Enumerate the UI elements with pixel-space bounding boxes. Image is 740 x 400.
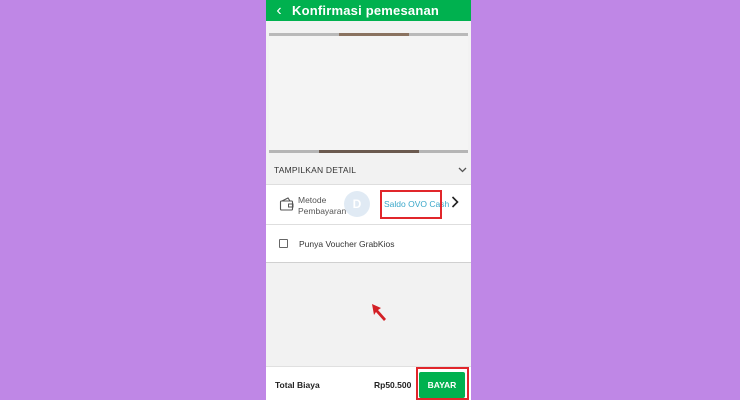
total-value: Rp50.500 bbox=[374, 380, 412, 390]
app-bar: ‹ Konfirmasi pemesanan bbox=[266, 0, 471, 21]
pay-button[interactable]: BAYAR bbox=[419, 372, 465, 398]
payment-highlight-box bbox=[380, 190, 442, 219]
checkout-bar: Total Biaya Rp50.500 BAYAR bbox=[266, 366, 471, 400]
show-details-toggle[interactable]: TAMPILKAN DETAIL bbox=[266, 156, 471, 185]
banner-edge-top-accent bbox=[339, 33, 409, 36]
voucher-checkbox[interactable] bbox=[279, 239, 288, 248]
watermark-logo: D bbox=[344, 191, 370, 217]
product-banner bbox=[269, 33, 468, 153]
payment-method-row[interactable]: Metode Pembayaran D Saldo OVO Cash bbox=[266, 185, 471, 225]
page-title: Konfirmasi pemesanan bbox=[292, 3, 440, 18]
chevron-right-icon[interactable] bbox=[451, 195, 459, 212]
payment-method-label: Metode Pembayaran bbox=[298, 195, 347, 216]
voucher-row[interactable]: Punya Voucher GrabKios bbox=[266, 225, 471, 263]
phone-screen: ‹ Konfirmasi pemesanan TAMPILKAN DETAIL … bbox=[266, 0, 471, 400]
total-label: Total Biaya bbox=[275, 380, 320, 390]
arrow-left-icon[interactable]: ‹ bbox=[266, 0, 292, 21]
show-details-label: TAMPILKAN DETAIL bbox=[274, 165, 357, 175]
banner-edge-bottom-accent bbox=[319, 150, 419, 153]
wallet-icon bbox=[279, 196, 295, 212]
cursor-arrow-icon bbox=[372, 304, 386, 321]
chevron-down-icon bbox=[453, 165, 471, 176]
voucher-label: Punya Voucher GrabKios bbox=[299, 239, 395, 249]
